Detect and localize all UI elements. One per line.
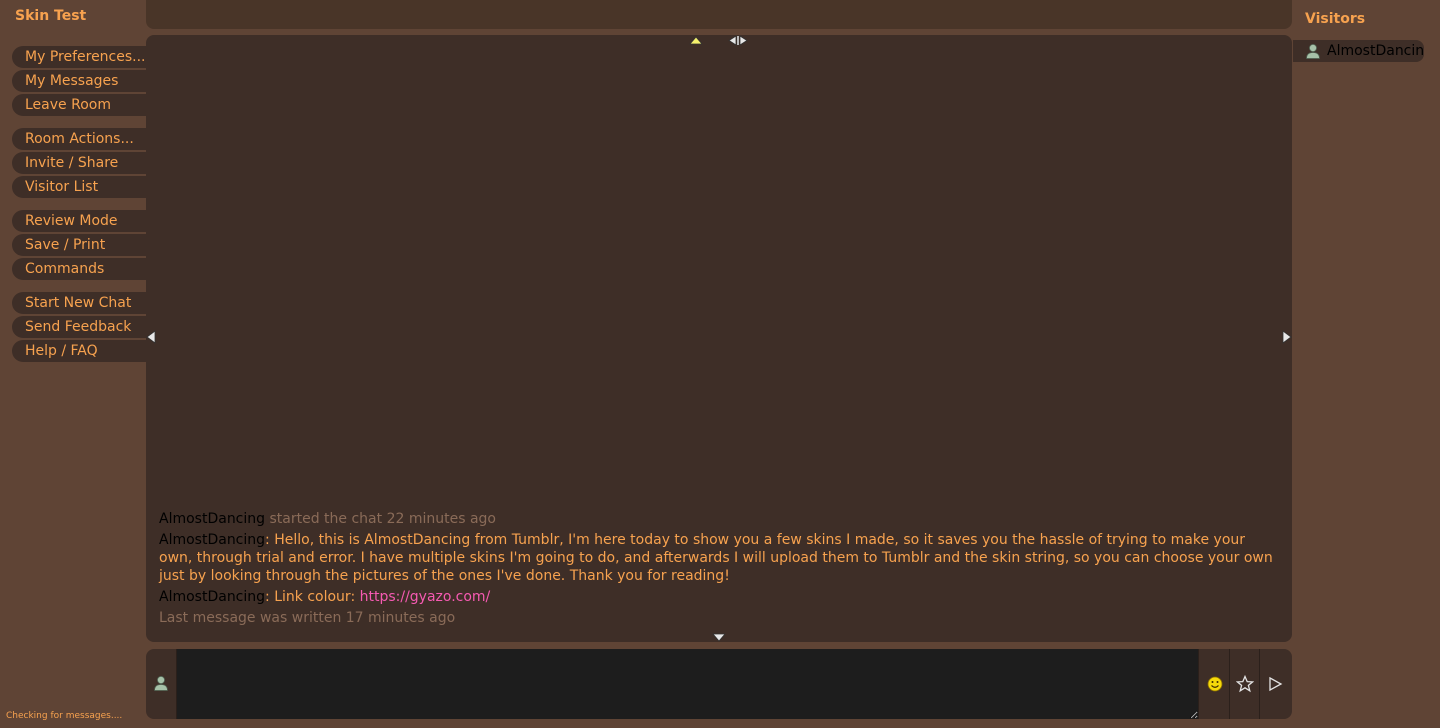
message-nick[interactable]: AlmostDancing bbox=[159, 511, 265, 527]
smiley-icon bbox=[1207, 676, 1222, 692]
side-menu: My Preferences... My Messages Leave Room… bbox=[12, 46, 146, 374]
chat-message: Last message was written 17 minutes ago bbox=[159, 609, 1280, 627]
user-icon bbox=[1306, 44, 1320, 59]
message-separator: : bbox=[265, 532, 275, 548]
my-preferences-button[interactable]: My Preferences... bbox=[12, 46, 146, 68]
visitor-item[interactable]: AlmostDancing bbox=[1293, 40, 1424, 62]
last-message-info: Last message was written 17 minutes ago bbox=[159, 610, 456, 626]
message-nick[interactable]: AlmostDancing bbox=[159, 532, 265, 548]
resize-horizontal-icon[interactable] bbox=[728, 35, 748, 46]
message-list: AlmostDancing started the chat 22 minute… bbox=[159, 510, 1280, 630]
invite-share-button[interactable]: Invite / Share bbox=[12, 152, 146, 174]
menu-group-review: Review Mode Save / Print Commands bbox=[12, 210, 146, 280]
menu-group-room: Room Actions... Invite / Share Visitor L… bbox=[12, 128, 146, 198]
save-print-button[interactable]: Save / Print bbox=[12, 234, 146, 256]
commands-button[interactable]: Commands bbox=[12, 258, 146, 280]
send-arrow-icon bbox=[1269, 676, 1283, 692]
chat-message: AlmostDancing: Link colour: https://gyaz… bbox=[159, 588, 1280, 606]
collapse-left-arrow-icon[interactable] bbox=[146, 330, 156, 344]
leave-room-button[interactable]: Leave Room bbox=[12, 94, 146, 116]
chat-panel: AlmostDancing started the chat 22 minute… bbox=[146, 35, 1292, 642]
menu-group-help: Start New Chat Send Feedback Help / FAQ bbox=[12, 292, 146, 362]
top-bar bbox=[146, 0, 1292, 29]
message-text: Hello, this is AlmostDancing from Tumblr… bbox=[159, 532, 1273, 584]
chat-message-input[interactable] bbox=[177, 649, 1199, 719]
visitors-title: Visitors bbox=[1305, 11, 1366, 27]
visitor-avatar bbox=[1305, 43, 1321, 59]
message-nick[interactable]: AlmostDancing bbox=[159, 589, 265, 605]
message-input-area bbox=[146, 649, 1292, 719]
collapse-up-arrow-icon[interactable] bbox=[689, 36, 703, 45]
collapse-right-arrow-icon[interactable] bbox=[1282, 330, 1292, 344]
chat-message: AlmostDancing started the chat 22 minute… bbox=[159, 510, 1280, 528]
my-messages-button[interactable]: My Messages bbox=[12, 70, 146, 92]
help-faq-button[interactable]: Help / FAQ bbox=[12, 340, 146, 362]
room-actions-button[interactable]: Room Actions... bbox=[12, 128, 146, 150]
star-icon bbox=[1235, 675, 1254, 693]
menu-group-account: My Preferences... My Messages Leave Room bbox=[12, 46, 146, 116]
chat-message: AlmostDancing: Hello, this is AlmostDanc… bbox=[159, 531, 1280, 585]
review-mode-button[interactable]: Review Mode bbox=[12, 210, 146, 232]
favorite-button[interactable] bbox=[1230, 649, 1260, 719]
send-feedback-button[interactable]: Send Feedback bbox=[12, 316, 146, 338]
collapse-down-arrow-icon[interactable] bbox=[712, 633, 726, 642]
message-text: Link colour: bbox=[274, 589, 360, 605]
message-separator: : bbox=[265, 589, 275, 605]
start-new-chat-button[interactable]: Start New Chat bbox=[12, 292, 146, 314]
visitor-list-button[interactable]: Visitor List bbox=[12, 176, 146, 198]
room-title: Skin Test bbox=[15, 8, 87, 24]
status-text: Checking for messages.... bbox=[6, 711, 123, 721]
smiley-button[interactable] bbox=[1200, 649, 1230, 719]
visitor-name: AlmostDancing bbox=[1327, 43, 1424, 59]
user-icon bbox=[154, 676, 168, 691]
input-avatar[interactable] bbox=[146, 649, 177, 719]
message-link[interactable]: https://gyazo.com/ bbox=[360, 589, 491, 605]
message-meta: started the chat 22 minutes ago bbox=[265, 511, 496, 527]
send-button[interactable] bbox=[1260, 649, 1290, 719]
